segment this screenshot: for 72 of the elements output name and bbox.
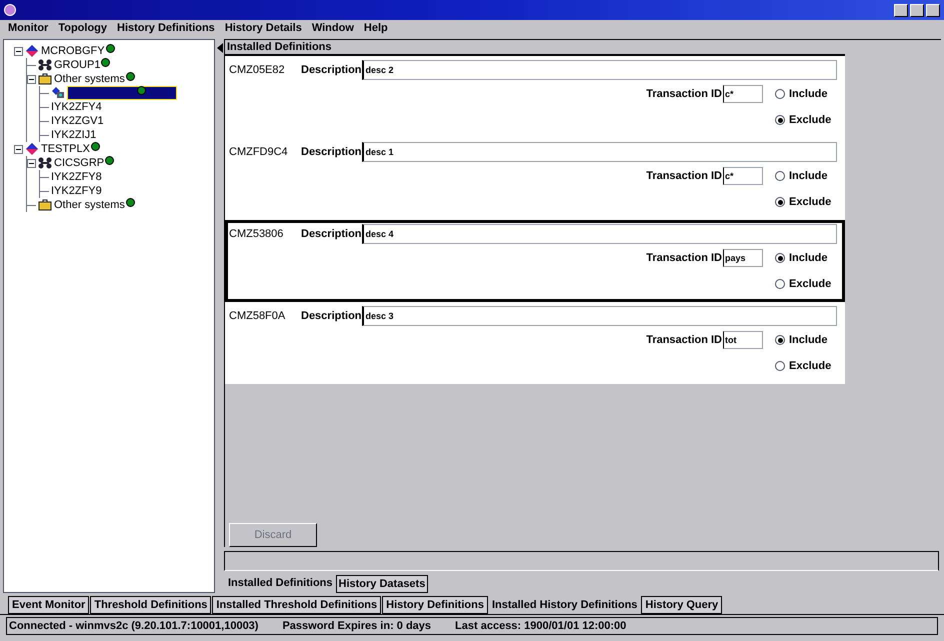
tab[interactable]: History Query	[641, 596, 722, 614]
menu-item[interactable]: History Definitions	[117, 20, 215, 37]
description-field[interactable]: desc 3	[362, 306, 837, 326]
definition-id: CMZ05E82	[229, 62, 286, 78]
menu-item[interactable]: Monitor	[8, 20, 48, 37]
tree-item[interactable]: IYK2ZFY4	[51, 100, 102, 114]
app-icon	[4, 4, 16, 16]
tab[interactable]: Threshold Definitions	[90, 596, 212, 614]
menu-item[interactable]: Help	[364, 20, 388, 37]
diamond-icon	[25, 142, 39, 156]
collapse-icon[interactable]	[14, 46, 23, 56]
description-field[interactable]: desc 2	[362, 60, 837, 80]
description-label: Description	[301, 62, 362, 78]
tab[interactable]: Installed History Definitions	[488, 594, 640, 614]
tree-item[interactable]: TESTPLX	[41, 142, 90, 156]
transaction-label: Transaction ID	[646, 332, 722, 348]
minimize-button[interactable]	[894, 4, 908, 16]
transaction-field[interactable]: pays	[723, 249, 763, 267]
include-radio[interactable]: Include	[775, 86, 835, 102]
transaction-field[interactable]: c*	[723, 167, 763, 185]
tab[interactable]: Installed Definitions	[226, 573, 335, 593]
menu-item[interactable]: Window	[312, 20, 354, 37]
tree-item[interactable]: IYK2ZFY9	[51, 184, 102, 198]
maximize-button[interactable]	[910, 4, 924, 16]
transaction-label: Transaction ID	[646, 86, 722, 102]
menu-item[interactable]: History Details	[224, 20, 302, 37]
briefcase-icon	[38, 73, 52, 85]
tree-item[interactable]: Other systems	[54, 198, 125, 212]
description-label: Description	[301, 226, 362, 242]
tree-item[interactable]: CICSGRP	[54, 156, 104, 170]
exclude-radio[interactable]: Exclude	[775, 358, 835, 374]
definition-id: CMZ58F0A	[229, 308, 286, 324]
region-icon	[51, 86, 65, 100]
exclude-radio[interactable]: Exclude	[775, 112, 835, 128]
status-text: Connected - winmvs2c (9.20.101.7:10001,10003)	[9, 618, 258, 634]
menu-item[interactable]: Topology	[58, 20, 108, 37]
tab[interactable]: History Definitions	[382, 596, 488, 614]
transaction-label: Transaction ID	[646, 250, 722, 266]
tree-item[interactable]: IYK2ZFY8	[51, 170, 102, 184]
exclude-radio[interactable]: Exclude	[775, 276, 835, 292]
include-radio[interactable]: Include	[775, 332, 835, 348]
tab[interactable]: Installed Threshold Definitions	[212, 596, 382, 614]
status-text: Last access: 1900/01/01 12:00:00	[455, 618, 626, 634]
cluster-icon	[38, 59, 52, 71]
definition-id: CMZ53806	[229, 226, 284, 242]
include-radio[interactable]: Include	[775, 250, 835, 266]
collapse-icon[interactable]	[27, 74, 36, 84]
description-label: Description	[301, 144, 362, 160]
close-button[interactable]	[926, 4, 940, 16]
description-field[interactable]: desc 1	[362, 142, 837, 162]
tree-item[interactable]: Other systems	[54, 72, 125, 86]
tree-item[interactable]: IYK2ZGV1	[51, 114, 104, 128]
tree-item[interactable]: MCROBGFY	[41, 44, 105, 58]
include-radio[interactable]: Include	[775, 168, 835, 184]
transaction-label: Transaction ID	[646, 168, 722, 184]
tree-item[interactable]	[67, 86, 177, 100]
description-field[interactable]: desc 4	[362, 224, 837, 244]
tree-item[interactable]: IYK2ZIJ1	[51, 128, 96, 142]
tree-item[interactable]: GROUP1	[54, 58, 100, 72]
collapse-icon[interactable]	[27, 158, 36, 168]
diamond-icon	[25, 44, 39, 58]
briefcase-icon	[38, 199, 52, 211]
cluster-icon	[38, 157, 52, 169]
tab[interactable]: History Datasets	[336, 575, 428, 593]
description-label: Description	[301, 308, 362, 324]
exclude-radio[interactable]: Exclude	[775, 194, 835, 210]
definition-id: CMZFD9C4	[229, 144, 289, 160]
tab[interactable]: Event Monitor	[8, 596, 90, 614]
transaction-field[interactable]: tot	[723, 331, 763, 349]
status-text: Password Expires in: 0 days	[282, 618, 432, 634]
collapse-icon[interactable]	[14, 144, 23, 154]
transaction-field[interactable]: c*	[723, 85, 763, 103]
